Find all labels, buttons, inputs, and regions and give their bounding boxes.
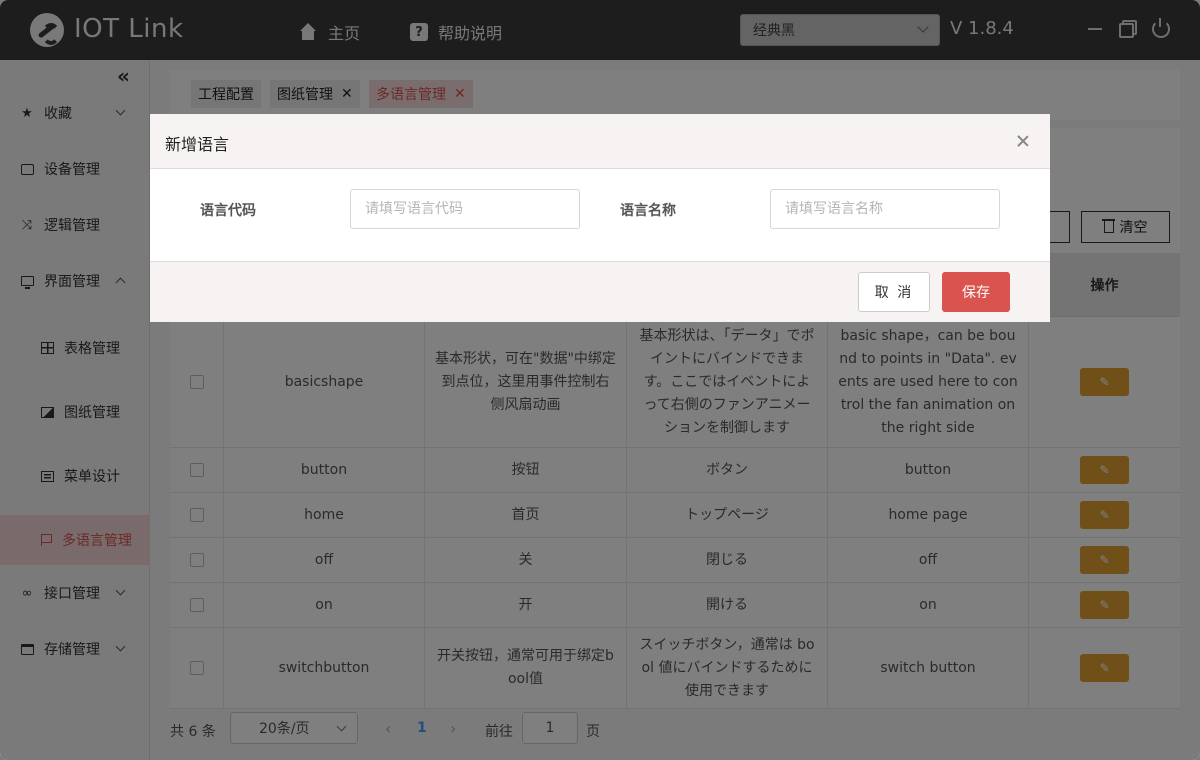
language-code-input[interactable] bbox=[350, 189, 580, 229]
close-icon[interactable] bbox=[1016, 134, 1030, 148]
app-window: IOT Link 主页 ? 帮助说明 经典黑 V 1.8.4 « ★ 收藏 设备… bbox=[0, 0, 1200, 760]
dialog-footer: 取 消 保存 bbox=[150, 261, 1050, 322]
add-language-dialog: 新增语言 语言代码 语言名称 取 消 保存 bbox=[150, 114, 1050, 322]
language-code-label: 语言代码 bbox=[200, 203, 256, 219]
dialog-title: 新增语言 bbox=[165, 135, 230, 154]
language-name-label: 语言名称 bbox=[620, 203, 676, 219]
save-button[interactable]: 保存 bbox=[942, 272, 1010, 312]
language-name-input[interactable] bbox=[770, 189, 1000, 229]
cancel-button[interactable]: 取 消 bbox=[858, 272, 930, 312]
dialog-header: 新增语言 bbox=[150, 114, 1050, 169]
